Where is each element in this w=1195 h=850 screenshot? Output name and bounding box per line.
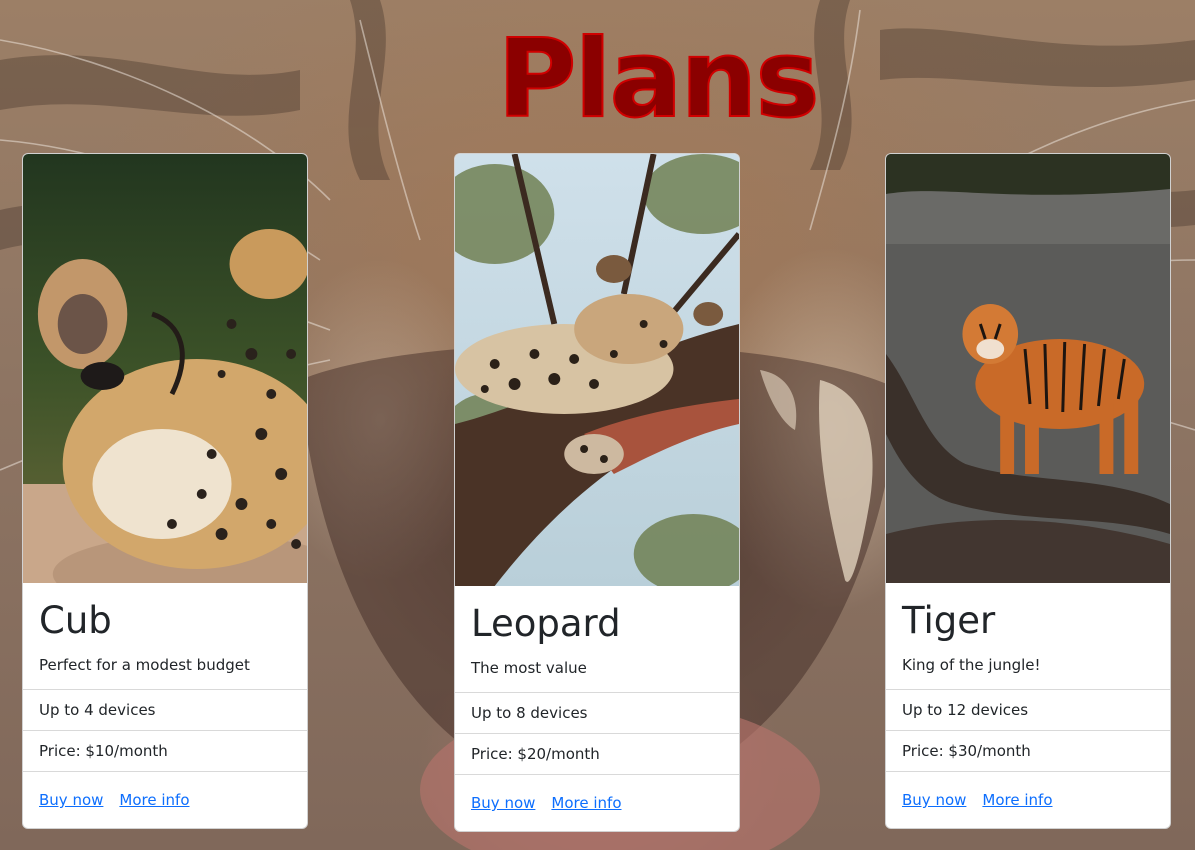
plan-card-cub: Cub Perfect for a modest budget Up to 4 … — [22, 153, 308, 829]
plan-price: Price: $10/month — [23, 730, 307, 771]
card-body: Leopard The most value — [455, 586, 739, 692]
tiger-photo — [886, 154, 1170, 583]
cheetah-cub-photo — [23, 154, 307, 583]
card-links: Buy now More info — [23, 771, 307, 828]
buy-now-link[interactable]: Buy now — [471, 794, 535, 812]
plan-name: Cub — [39, 599, 112, 642]
plan-devices: Up to 8 devices — [455, 692, 739, 733]
plan-name: Leopard — [471, 602, 621, 645]
plan-devices: Up to 4 devices — [23, 689, 307, 730]
more-info-link[interactable]: More info — [982, 791, 1052, 809]
leopard-photo — [455, 154, 739, 586]
plan-price: Price: $30/month — [886, 730, 1170, 771]
plan-name: Tiger — [902, 599, 996, 642]
plan-price: Price: $20/month — [455, 733, 739, 774]
card-body: Cub Perfect for a modest budget — [23, 583, 307, 689]
card-links: Buy now More info — [455, 774, 739, 831]
buy-now-link[interactable]: Buy now — [39, 791, 103, 809]
plan-card-leopard: Leopard The most value Up to 8 devices P… — [454, 153, 740, 832]
plan-description: King of the jungle! — [902, 656, 1041, 674]
plan-description: Perfect for a modest budget — [39, 656, 250, 674]
card-links: Buy now More info — [886, 771, 1170, 828]
plan-devices: Up to 12 devices — [886, 689, 1170, 730]
page-title: Plans — [496, 16, 820, 143]
plan-card-tiger: Tiger King of the jungle! Up to 12 devic… — [885, 153, 1171, 829]
buy-now-link[interactable]: Buy now — [902, 791, 966, 809]
more-info-link[interactable]: More info — [551, 794, 621, 812]
card-body: Tiger King of the jungle! — [886, 583, 1170, 689]
plan-description: The most value — [471, 659, 587, 677]
more-info-link[interactable]: More info — [119, 791, 189, 809]
